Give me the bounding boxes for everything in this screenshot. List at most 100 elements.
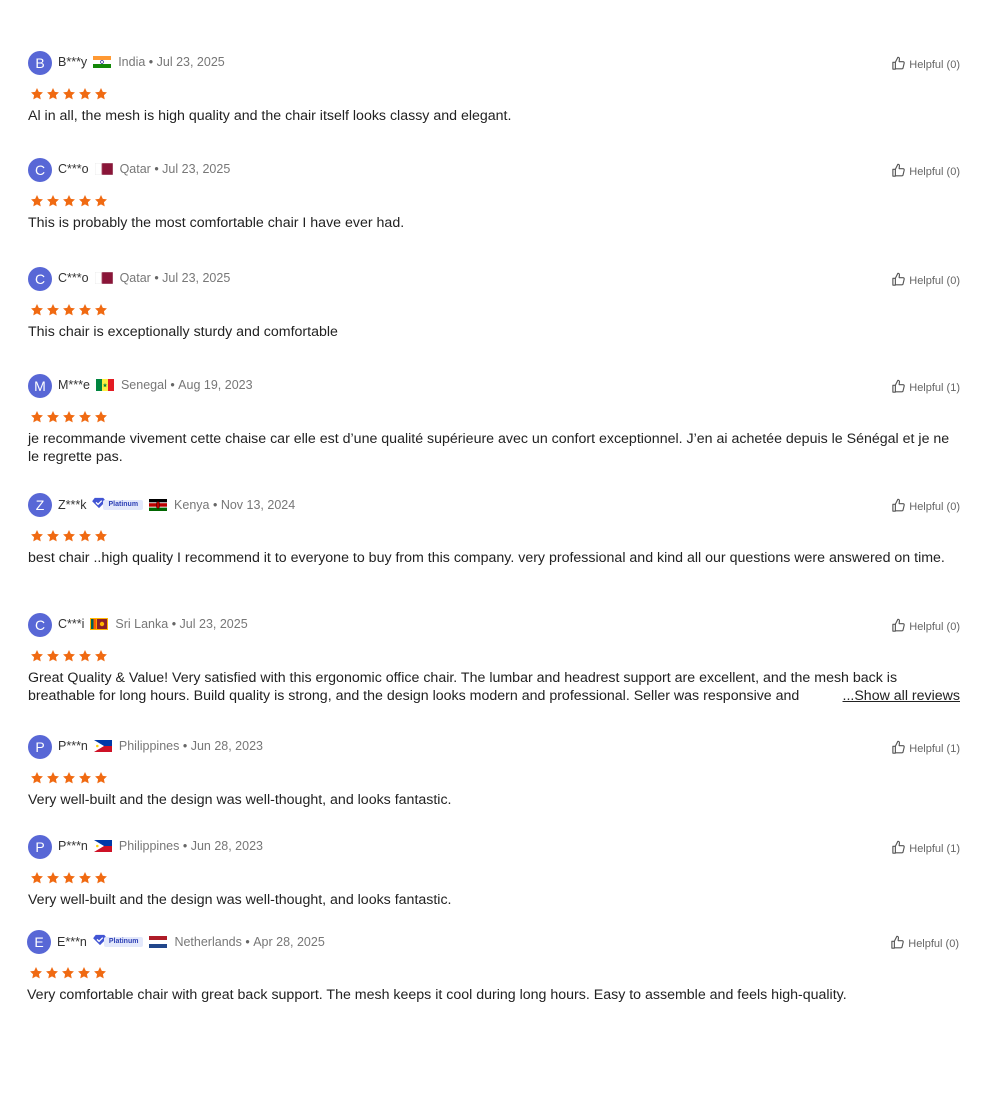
thumbs-up-icon (891, 618, 906, 636)
star-icon (78, 410, 92, 424)
review-text: Great Quality & Value! Very satisfied wi… (28, 670, 898, 704)
avatar: C (28, 158, 52, 182)
thumbs-up-icon (891, 840, 906, 858)
avatar: M (28, 374, 52, 398)
country-flag-icon (149, 498, 168, 511)
review-date: Jul 23, 2025 (179, 617, 248, 631)
reviewer-meta: B***y India • Jul 23, 2025 (58, 55, 225, 69)
reviewer-country: India (118, 55, 146, 69)
review-list: B B***y India • Jul 23, 2025 Helpful (0) Al … (0, 0, 1000, 1101)
star-icon (62, 87, 76, 101)
avatar: P (28, 735, 52, 759)
star-icon (94, 303, 108, 317)
review-item: P P***n Philippines • Jun 28, 2023 Helpful … (28, 835, 960, 908)
star-icon (46, 871, 60, 885)
review-text: Al in all, the mesh is high quality and … (28, 108, 512, 124)
country-flag-icon (94, 162, 113, 176)
helpful-button[interactable]: Helpful (1) (891, 379, 960, 397)
reviewer-country: Philippines (118, 839, 180, 853)
star-icon (30, 410, 44, 424)
reviewer-name: P***n (58, 839, 88, 853)
star-icon (62, 194, 76, 208)
helpful-button[interactable]: Helpful (0) (891, 56, 960, 74)
thumbs-up-icon (891, 379, 906, 397)
star-icon (29, 966, 43, 980)
star-icon (94, 410, 108, 424)
star-icon (94, 194, 108, 208)
review-text: best chair ..high quality I recommend it… (28, 550, 945, 566)
reviewer-meta: M***e Senegal • Aug 19, 2023 (58, 378, 253, 392)
review-text: Very well-built and the design was well-… (28, 792, 452, 808)
helpful-label: Helpful (0) (909, 501, 960, 513)
thumbs-up-icon (890, 935, 905, 953)
review-text: je recommande vivement cette chaise car … (28, 431, 950, 465)
star-icon (30, 771, 44, 785)
star-rating (30, 871, 108, 885)
separator-dot: • (166, 378, 179, 392)
star-icon (94, 87, 108, 101)
reviewer-meta: P***n Philippines • Jun 28, 2023 (58, 839, 263, 853)
review-item: B B***y India • Jul 23, 2025 Helpful (0) Al … (28, 51, 960, 124)
reviewer-meta: C***o Qatar • Jul 23, 2025 (58, 271, 230, 285)
helpful-button[interactable]: Helpful (1) (891, 840, 960, 858)
avatar: Z (28, 493, 52, 517)
reviewer-country: Sri Lanka (115, 617, 169, 631)
helpful-button[interactable]: Helpful (0) (891, 498, 960, 516)
star-icon (46, 529, 60, 543)
reviewer-name: E***n (57, 934, 87, 949)
star-icon (46, 649, 60, 663)
review-header: C C***o Qatar • Jul 23, 2025 Helpful (0) (28, 267, 960, 293)
review-date: Jul 23, 2025 (162, 271, 231, 285)
helpful-button[interactable]: Helpful (0) (891, 163, 960, 181)
star-icon (30, 871, 44, 885)
review-header: E E***n Platinum Netherlands • Apr 28, 2025… (27, 930, 959, 956)
review-item: Z Z***k Platinum Kenya • Nov 13, 2024 Helpfu… (28, 493, 960, 566)
show-all-reviews-link[interactable]: ...Show all reviews (840, 687, 960, 705)
helpful-button[interactable]: Helpful (1) (891, 740, 960, 758)
helpful-button[interactable]: Helpful (0) (891, 618, 960, 636)
helpful-label: Helpful (1) (909, 743, 960, 755)
reviewer-meta: E***n Platinum Netherlands • Apr 28, 2025 (57, 934, 325, 949)
thumbs-up-icon (891, 740, 906, 758)
avatar: C (28, 613, 52, 637)
review-header: P P***n Philippines • Jun 28, 2023 Helpful … (28, 835, 960, 861)
helpful-label: Helpful (0) (908, 938, 959, 950)
separator-dot: • (179, 739, 191, 753)
reviewer-name: B***y (58, 55, 88, 69)
star-icon (62, 649, 76, 663)
country-flag-icon (95, 379, 114, 391)
star-icon (78, 87, 92, 101)
review-date: Jun 28, 2023 (190, 739, 263, 753)
star-icon (94, 871, 108, 885)
country-flag-icon (93, 740, 112, 752)
reviewer-country: Qatar (119, 271, 151, 285)
review-item: E E***n Platinum Netherlands • Apr 28, 2025… (27, 930, 959, 1003)
star-icon (62, 303, 76, 317)
badge-label: Platinum (103, 499, 144, 510)
avatar: P (28, 835, 52, 859)
reviewer-meta: C***i Sri Lanka • Jul 23, 2025 (58, 617, 248, 631)
reviewer-meta: Z***k Platinum Kenya • Nov 13, 2024 (58, 497, 295, 512)
separator-dot: • (145, 55, 157, 69)
star-icon (62, 771, 76, 785)
review-date: Jun 28, 2023 (190, 839, 263, 853)
country-flag-icon (93, 56, 112, 68)
helpful-button[interactable]: Helpful (0) (890, 935, 959, 953)
star-icon (46, 771, 60, 785)
star-icon (30, 87, 44, 101)
star-icon (62, 871, 76, 885)
helpful-label: Helpful (0) (909, 621, 960, 633)
reviewer-meta: P***n Philippines • Jun 28, 2023 (58, 739, 263, 753)
helpful-button[interactable]: Helpful (0) (891, 272, 960, 290)
review-text: Very comfortable chair with great back s… (27, 987, 847, 1003)
review-header: M M***e Senegal • Aug 19, 2023 Helpful (1) (28, 374, 960, 400)
reviewer-country: Philippines (118, 739, 180, 753)
reviewer-country: Qatar (119, 162, 151, 176)
star-icon (78, 303, 92, 317)
star-rating (30, 303, 108, 317)
star-rating (29, 966, 107, 980)
star-icon (46, 410, 60, 424)
review-date: Apr 28, 2025 (253, 934, 325, 949)
separator-dot: • (241, 934, 254, 949)
helpful-label: Helpful (1) (909, 382, 960, 394)
